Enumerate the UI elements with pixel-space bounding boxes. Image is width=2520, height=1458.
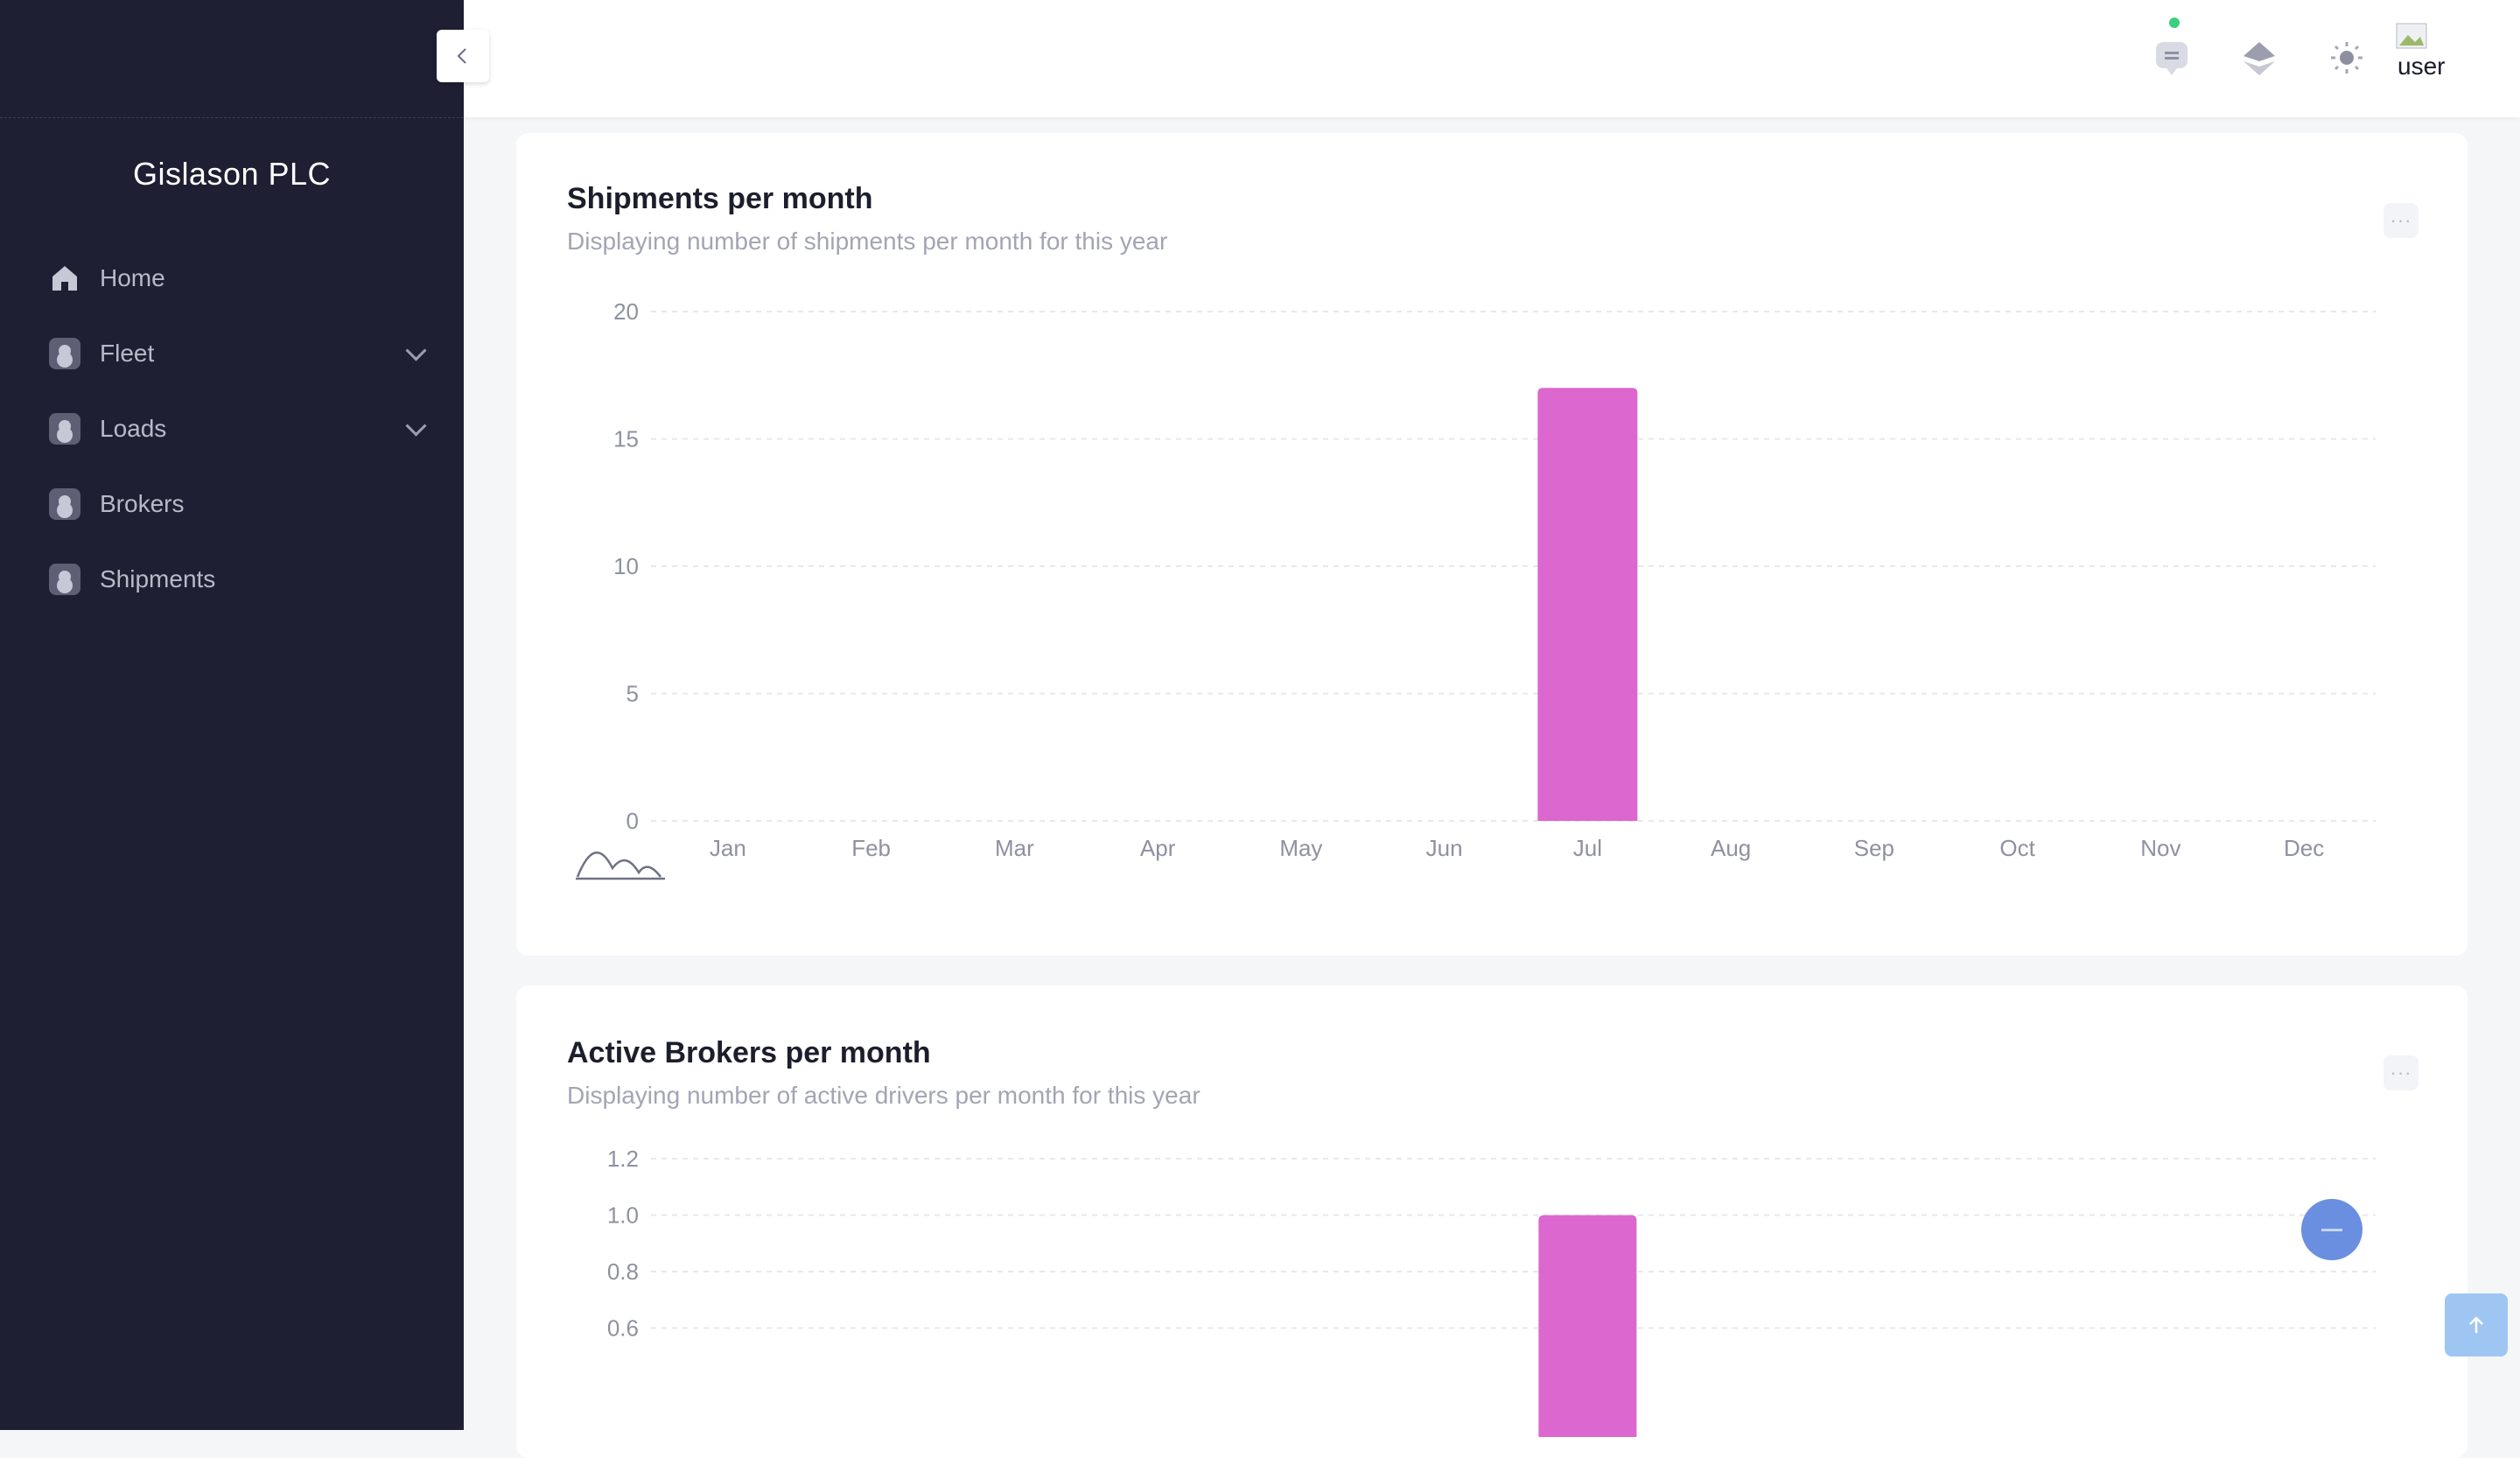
more-options-button[interactable]: ··· xyxy=(2384,203,2418,238)
broken-image-icon xyxy=(2396,23,2427,49)
user-icon xyxy=(49,564,80,595)
home-icon xyxy=(49,263,80,294)
sidebar-item-fleet[interactable]: Fleet xyxy=(0,316,464,391)
sidebar-item-brokers[interactable]: Brokers xyxy=(0,466,464,542)
sidebar-item-loads[interactable]: Loads xyxy=(0,391,464,466)
card-subtitle: Displaying number of shipments per month… xyxy=(567,228,1168,255)
avatar[interactable]: user xyxy=(2396,23,2450,93)
brokers-bar-chart: 0.6 0.8 1.0 1.2 xyxy=(607,1146,2376,1438)
x-tick-label: Mar xyxy=(995,835,1034,861)
sidebar: Gislason PLC Home Fleet Loads Brokers Sh… xyxy=(0,0,464,1430)
user-icon xyxy=(49,488,80,520)
x-tick-label: Sep xyxy=(1854,835,1894,861)
y-tick-label: 1.2 xyxy=(607,1146,639,1172)
x-tick-label: Jul xyxy=(1573,835,1602,861)
x-tick-label: Nov xyxy=(2140,835,2180,861)
y-tick-label: 0.6 xyxy=(607,1315,639,1342)
more-options-button[interactable]: ··· xyxy=(2384,1055,2418,1090)
x-tick-label: Dec xyxy=(2284,835,2324,861)
sidebar-collapse-button[interactable] xyxy=(437,30,489,82)
sidebar-item-label: Loads xyxy=(100,415,167,442)
user-icon xyxy=(49,338,80,369)
x-tick-label: Oct xyxy=(1999,835,2035,861)
y-tick-label: 15 xyxy=(613,426,639,452)
chevron-left-icon xyxy=(457,48,466,64)
sidebar-item-shipments[interactable]: Shipments xyxy=(0,542,464,617)
avatar-alt-text: user xyxy=(2398,53,2446,80)
bar-jul[interactable] xyxy=(1538,1215,1637,1438)
chat-icon[interactable] xyxy=(2147,33,2196,82)
y-tick-label: 0 xyxy=(626,808,639,834)
shipments-bar-chart: 0 5 10 15 20 Jan Feb Mar Apr May Jun Jul Aug Sep Oct No… xyxy=(576,298,2376,880)
y-tick-label: 20 xyxy=(613,298,639,325)
shipments-chart-card: Shipments per month Displaying number of… xyxy=(516,133,2468,956)
topbar: user xyxy=(464,0,2520,117)
chevron-down-icon xyxy=(405,340,427,361)
x-tick-label: Jun xyxy=(1426,835,1463,861)
y-tick-label: 10 xyxy=(613,553,639,579)
chart-zoom-icon[interactable] xyxy=(576,852,665,880)
y-tick-label: 5 xyxy=(626,681,639,707)
sidebar-item-label: Fleet xyxy=(100,340,155,367)
brokers-chart-card: Active Brokers per month Displaying numb… xyxy=(516,985,2468,1458)
card-subtitle: Displaying number of active drivers per … xyxy=(567,1082,1200,1109)
online-status-dot xyxy=(2169,18,2180,28)
brand-name: Gislason PLC xyxy=(132,156,332,192)
sidebar-item-label: Home xyxy=(100,264,165,291)
x-tick-label: Apr xyxy=(1140,835,1176,861)
y-tick-label: 1.0 xyxy=(607,1202,639,1229)
arrow-up-icon xyxy=(2469,1316,2483,1333)
card-title: Shipments per month xyxy=(567,182,873,215)
x-tick-label: Jan xyxy=(710,835,746,861)
x-tick-label: Feb xyxy=(851,835,891,861)
x-tick-label: Aug xyxy=(1711,835,1751,861)
chevron-down-icon xyxy=(405,415,427,437)
sidebar-item-label: Shipments xyxy=(100,565,216,592)
sidebar-item-home[interactable]: Home xyxy=(0,241,464,316)
sidebar-item-label: Brokers xyxy=(100,490,185,517)
layers-icon[interactable] xyxy=(2235,33,2284,82)
y-tick-label: 0.8 xyxy=(607,1258,639,1285)
x-tick-label: May xyxy=(1279,835,1322,861)
card-title: Active Brokers per month xyxy=(567,1036,931,1069)
sun-icon[interactable] xyxy=(2322,33,2371,82)
sidebar-header xyxy=(0,0,464,118)
floating-action-button[interactable] xyxy=(2301,1199,2362,1260)
scroll-to-top-button[interactable] xyxy=(2445,1293,2508,1356)
sidebar-nav: Home Fleet Loads Brokers Shipments xyxy=(0,241,464,617)
bar-jul[interactable] xyxy=(1537,388,1638,821)
user-icon xyxy=(49,413,80,445)
